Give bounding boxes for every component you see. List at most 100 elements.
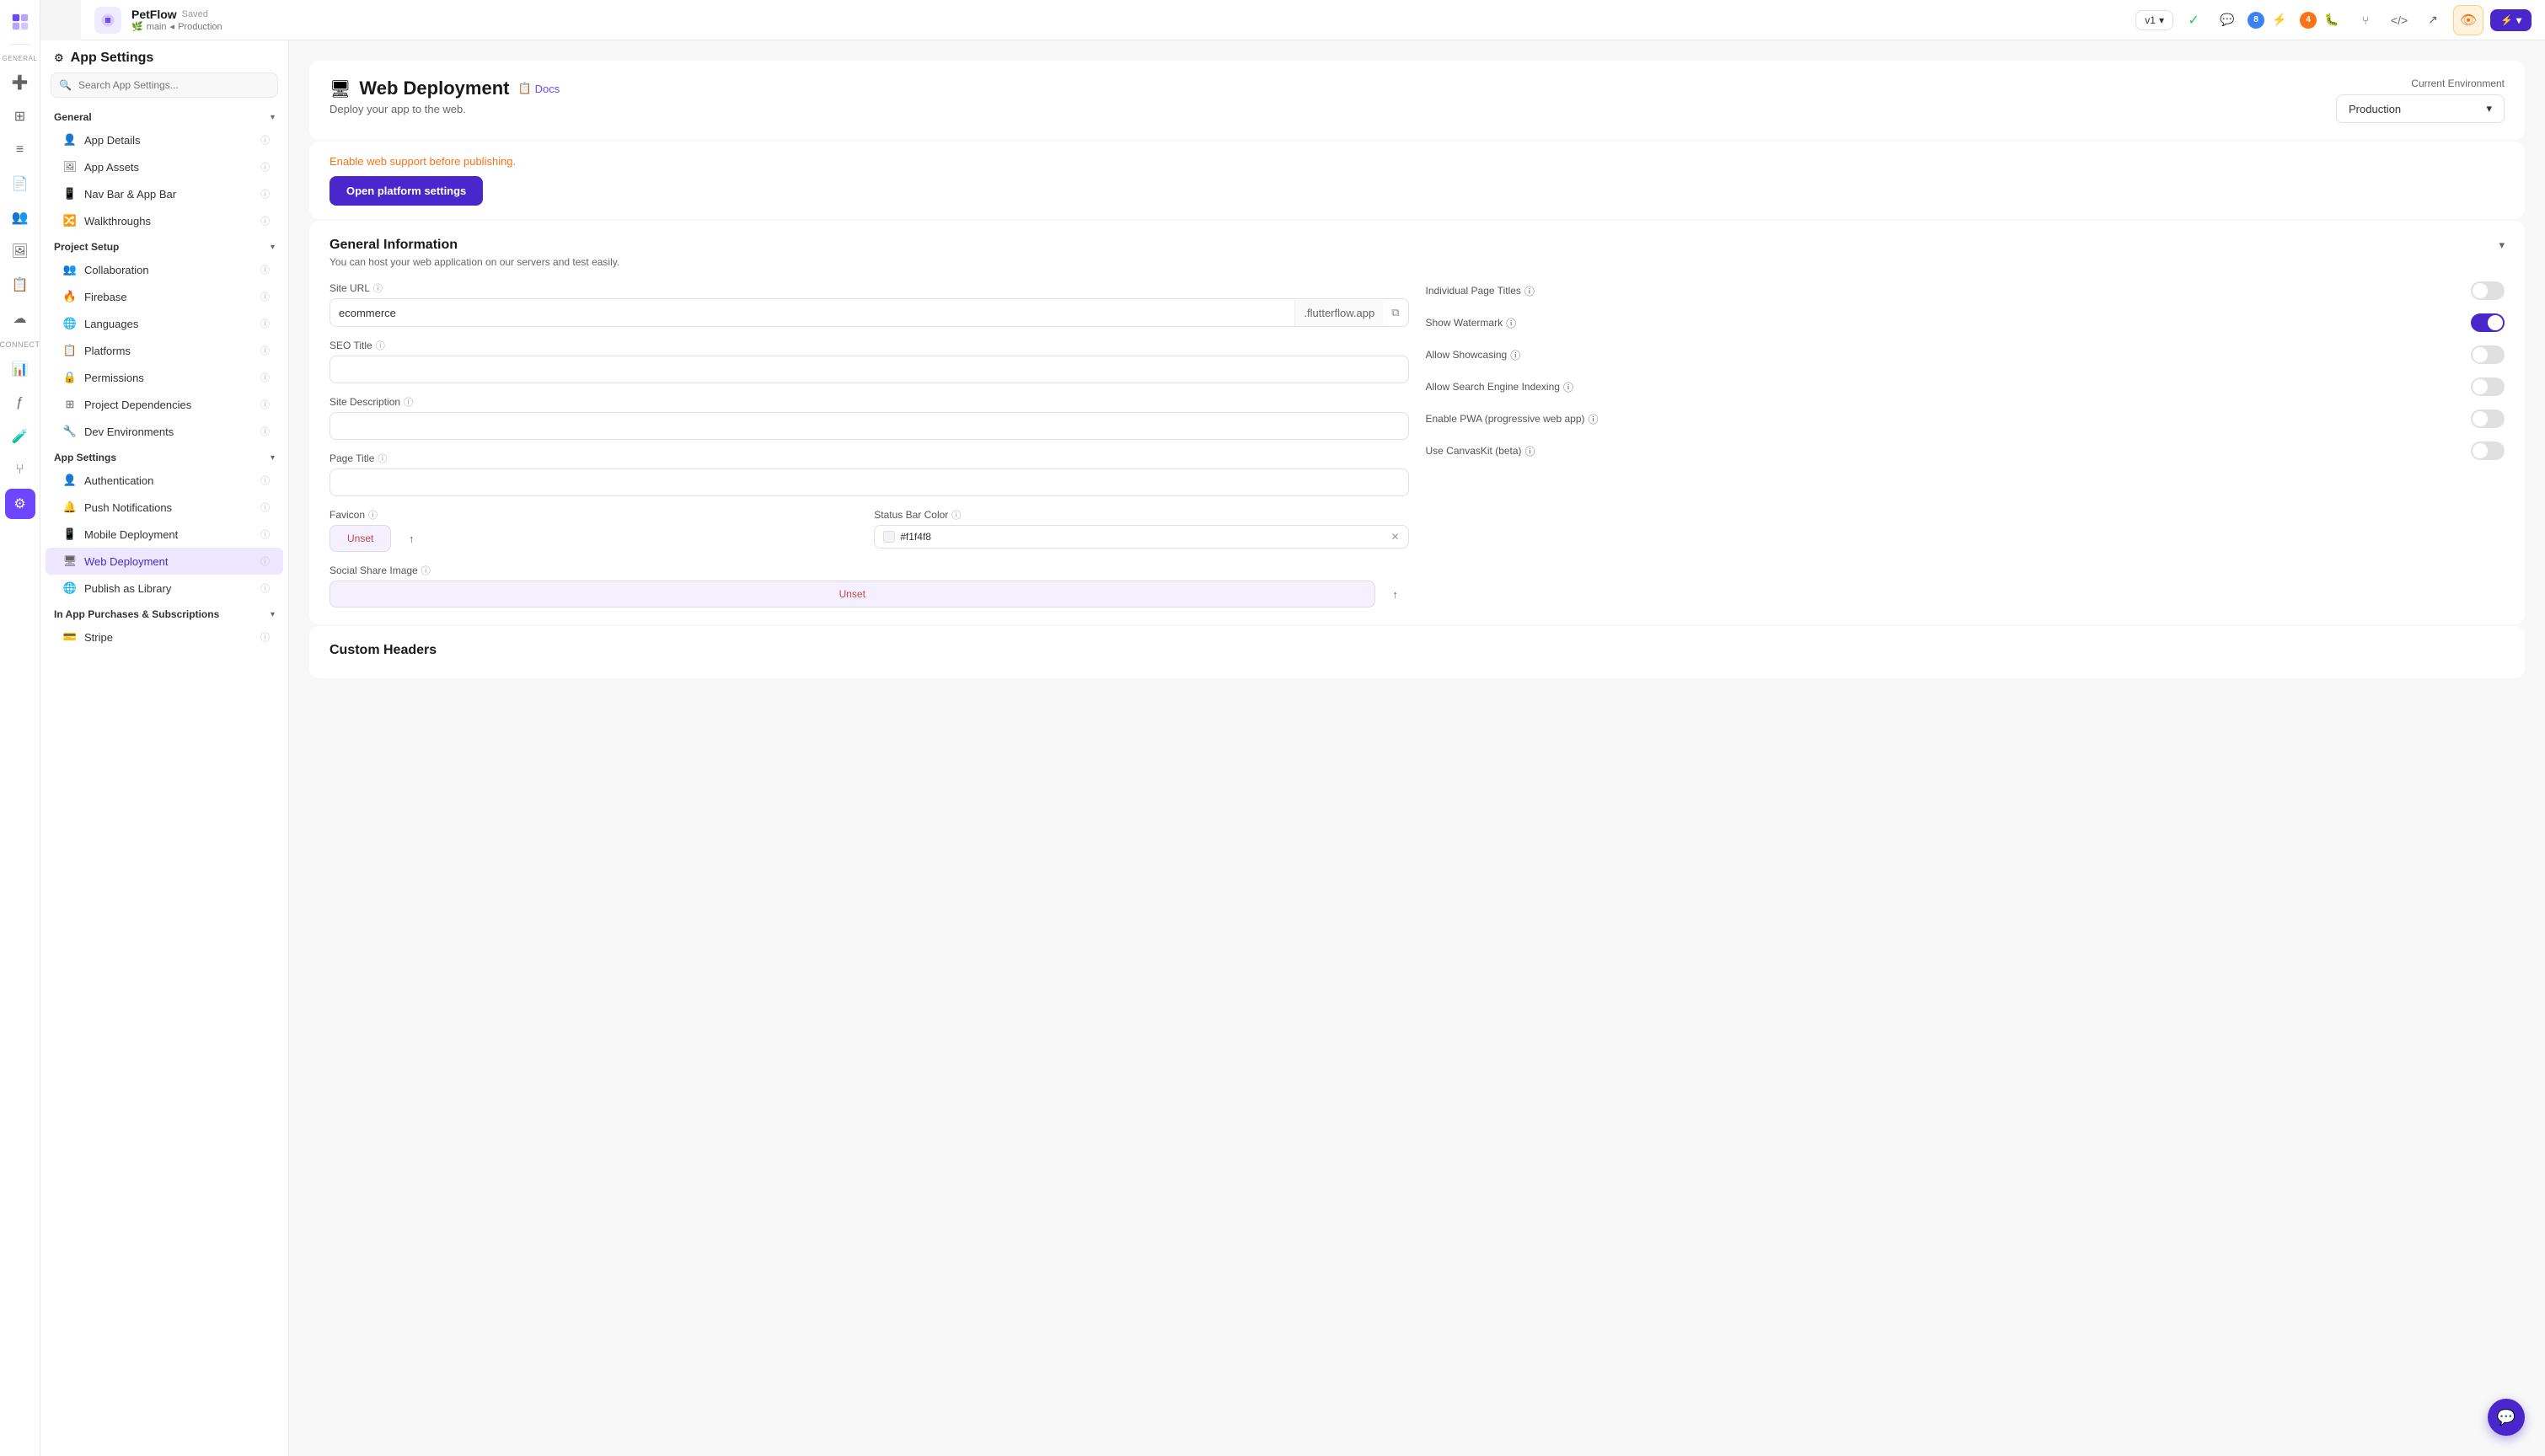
sidebar-item-languages[interactable]: 🌐 Languages ⓘ	[46, 310, 283, 337]
app-logo[interactable]	[94, 7, 121, 34]
version-button[interactable]: v1 ▾	[2135, 10, 2173, 30]
push-notif-icon: 🔔	[62, 500, 78, 515]
sidebar-item-permissions[interactable]: 🔒 Permissions ⓘ	[46, 364, 283, 391]
authentication-icon: 👤	[62, 473, 78, 488]
section-iap[interactable]: In App Purchases & Subscriptions ▾	[40, 602, 288, 624]
chat-icon-btn[interactable]: 💬	[2214, 7, 2241, 34]
app-layout: PetFlow Saved 🌿 main ◂ Production v1 ▾ ✓…	[40, 0, 2545, 1456]
open-platform-settings-button[interactable]: Open platform settings	[330, 176, 483, 206]
rail-align-icon[interactable]: 📋	[5, 270, 35, 300]
favicon-unset-button[interactable]: Unset	[330, 525, 391, 552]
favicon-label: Favicon ⓘ	[330, 508, 864, 522]
share-icon-btn[interactable]: ⑂	[2352, 7, 2379, 34]
firebase-info-icon: ⓘ	[260, 290, 270, 303]
general-info-card: General Information ▾ You can host your …	[309, 221, 2525, 624]
seo-title-info-icon: ⓘ	[376, 339, 385, 352]
sidebar-item-platforms[interactable]: 📋 Platforms ⓘ	[46, 337, 283, 364]
docs-link[interactable]: 📋 Docs	[517, 82, 560, 95]
sidebar-item-app-assets[interactable]: 🖼 App Assets ⓘ	[46, 153, 283, 180]
run-chevron: ▾	[2516, 14, 2521, 26]
export-icon-btn[interactable]: ↗	[2419, 7, 2446, 34]
show-watermark-toggle[interactable]	[2471, 313, 2505, 332]
rail-list-icon[interactable]: ≡	[5, 135, 35, 165]
general-info-header: General Information ▾	[330, 238, 2505, 253]
authentication-info-icon: ⓘ	[260, 474, 270, 487]
search-input[interactable]	[51, 72, 278, 98]
panel-subtitle: Deploy your app to the web.	[330, 103, 560, 115]
env-value: Production	[2349, 103, 2401, 115]
color-clear-icon[interactable]: ✕	[1390, 531, 1399, 543]
sidebar-item-collaboration[interactable]: 👥 Collaboration ⓘ	[46, 256, 283, 283]
sidebar-item-mobile-deployment[interactable]: 📱 Mobile Deployment ⓘ	[46, 521, 283, 548]
rail-git-icon[interactable]: ⑂	[5, 455, 35, 485]
rail-image-icon[interactable]: 🖼	[5, 236, 35, 266]
show-watermark-label: Show Watermark ⓘ	[1426, 316, 1517, 330]
code-icon-btn[interactable]: </>	[2386, 7, 2413, 34]
sidebar-item-nav-bar[interactable]: 📱 Nav Bar & App Bar ⓘ	[46, 180, 283, 207]
build-icon-btn[interactable]: ⚡	[2266, 7, 2293, 34]
site-url-input[interactable]	[330, 300, 1294, 326]
copy-url-icon[interactable]: ⧉	[1383, 299, 1407, 326]
sidebar: ⚙ App Settings 🔍 General ▾ 👤 App Details…	[40, 40, 289, 1456]
languages-info-icon: ⓘ	[260, 317, 270, 330]
page-title-input[interactable]	[330, 468, 1409, 496]
individual-page-titles-toggle[interactable]	[2471, 281, 2505, 300]
sidebar-item-push-notifications[interactable]: 🔔 Push Notifications ⓘ	[46, 494, 283, 521]
top-bar: PetFlow Saved 🌿 main ◂ Production v1 ▾ ✓…	[81, 0, 2545, 40]
sidebar-item-stripe[interactable]: 💳 Stripe ⓘ	[46, 624, 283, 650]
preview-eye-button[interactable]: 👁	[2453, 5, 2483, 35]
sidebar-item-authentication[interactable]: 👤 Authentication ⓘ	[46, 467, 283, 494]
favicon-upload-icon[interactable]: ↑	[398, 525, 425, 552]
social-share-upload-icon[interactable]: ↑	[1382, 581, 1409, 608]
sidebar-item-app-details[interactable]: 👤 App Details ⓘ	[46, 126, 283, 153]
platforms-icon: 📋	[62, 343, 78, 358]
sidebar-item-project-dependencies[interactable]: ⊞ Project Dependencies ⓘ	[46, 391, 283, 418]
sidebar-item-firebase[interactable]: 🔥 Firebase ⓘ	[46, 283, 283, 310]
seo-title-input[interactable]	[330, 356, 1409, 383]
site-url-group: Site URL ⓘ .flutterflow.app ⧉	[330, 281, 1409, 327]
use-canvaskit-info: ⓘ	[1525, 444, 1535, 458]
rail-test-icon[interactable]: 🧪	[5, 421, 35, 452]
sidebar-item-walkthroughs[interactable]: 🔀 Walkthroughs ⓘ	[46, 207, 283, 234]
settings-gear-icon: ⚙	[54, 51, 64, 65]
panel-header: 🖥 Web Deployment 📋 Docs Deploy your app …	[309, 61, 2525, 140]
bug-icon-btn[interactable]: 🐛	[2318, 7, 2345, 34]
status-bar-color-field[interactable]: #f1f4f8 ✕	[874, 525, 1408, 549]
blue-badge[interactable]: 8	[2248, 12, 2264, 29]
rail-people-icon[interactable]: 👥	[5, 202, 35, 233]
allow-showcasing-row: Allow Showcasing ⓘ	[1426, 345, 2505, 364]
rail-add-icon[interactable]: ➕	[5, 67, 35, 98]
stripe-label: Stripe	[84, 631, 113, 644]
chat-fab-button[interactable]: 💬	[2488, 1399, 2525, 1436]
site-desc-input[interactable]	[330, 412, 1409, 440]
run-button[interactable]: ⚡ ▾	[2490, 9, 2532, 31]
env-select[interactable]: Production ▾	[2336, 94, 2505, 123]
project-deps-icon: ⊞	[62, 397, 78, 412]
orange-badge[interactable]: 4	[2300, 12, 2317, 29]
sidebar-title: App Settings	[71, 51, 154, 66]
enable-pwa-toggle[interactable]	[2471, 410, 2505, 428]
web-deploy-info-icon: ⓘ	[260, 554, 270, 568]
rail-settings-icon[interactable]: ⚙	[5, 489, 35, 519]
rail-cloud-icon[interactable]: ☁	[5, 303, 35, 334]
sidebar-item-dev-environments[interactable]: 🔧 Dev Environments ⓘ	[46, 418, 283, 445]
social-share-unset-btn[interactable]: Unset	[330, 581, 1375, 608]
allow-search-engine-toggle[interactable]	[2471, 377, 2505, 396]
check-icon-btn[interactable]: ✓	[2180, 7, 2207, 34]
rail-page-icon[interactable]: 📄	[5, 169, 35, 199]
rail-table-icon[interactable]: 📊	[5, 354, 35, 384]
walkthroughs-info-icon: ⓘ	[260, 214, 270, 228]
allow-showcasing-toggle[interactable]	[2471, 345, 2505, 364]
rail-func-icon[interactable]: ƒ	[5, 388, 35, 418]
sidebar-item-web-deployment[interactable]: 🖥 Web Deployment ⓘ	[46, 548, 283, 575]
rail-grid-icon[interactable]: ⊞	[5, 101, 35, 131]
section-collapse-chevron[interactable]: ▾	[2499, 238, 2505, 252]
sidebar-item-publish-as-library[interactable]: 🌐 Publish as Library ⓘ	[46, 575, 283, 602]
use-canvaskit-toggle[interactable]	[2471, 442, 2505, 460]
app-info: PetFlow Saved 🌿 main ◂ Production	[131, 8, 222, 32]
nav-bar-label: Nav Bar & App Bar	[84, 188, 176, 201]
section-app-settings[interactable]: App Settings ▾	[40, 445, 288, 467]
rail-logo-icon[interactable]	[5, 7, 35, 37]
section-general[interactable]: General ▾	[40, 104, 288, 126]
section-project-setup[interactable]: Project Setup ▾	[40, 234, 288, 256]
